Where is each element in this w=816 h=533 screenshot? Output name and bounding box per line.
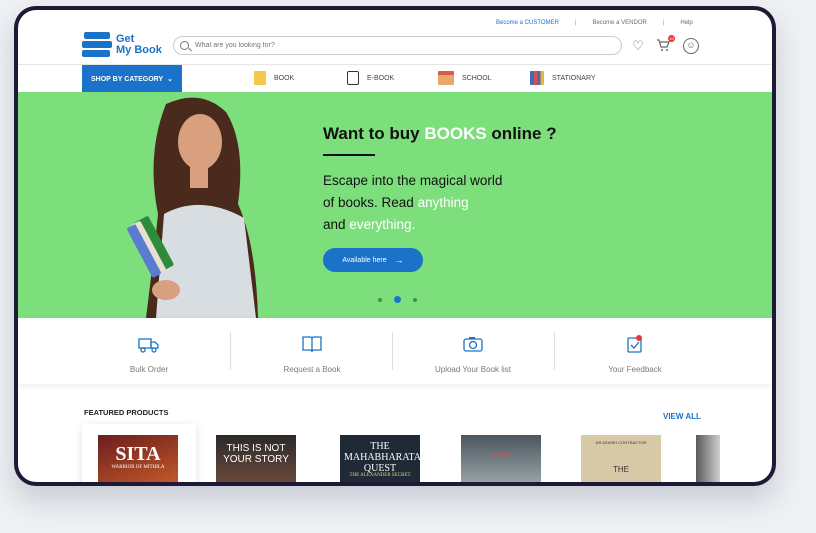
product-book-mahabharata-quest[interactable]: THE MAHABHARATA QUEST THE ALEXANDER SECR… (340, 435, 421, 482)
shop-by-category-button[interactable]: SHOP BY CATEGORY ⌄ (82, 65, 182, 93)
carousel-dot[interactable] (378, 297, 382, 302)
service-label: Request a Book (283, 365, 341, 374)
feedback-check-icon (627, 335, 642, 353)
link-separator: | (662, 20, 665, 26)
delivery-truck-icon (138, 338, 159, 353)
browser-screen: Get My Book Become a CUSTOMER | Become a… (18, 10, 772, 482)
product-book-this-is-not-your-story[interactable]: THIS IS NOT YOUR STORY (216, 435, 296, 482)
search-bar[interactable] (173, 36, 622, 55)
product-book-partial[interactable] (696, 435, 720, 482)
service-bulk-order[interactable]: Bulk Order (68, 318, 230, 384)
product-book-sita[interactable]: SITA WARRIOR OF MITHILA (98, 435, 178, 482)
nav-item-ebook[interactable]: E-BOOK (347, 71, 394, 85)
hero-banner: Want to buy BOOKS online ? Escape into t… (18, 92, 772, 318)
nav-item-book[interactable]: BOOK (254, 71, 294, 85)
service-upload-book-list[interactable]: Upload Your Book list (392, 318, 554, 384)
user-account-icon[interactable]: ☺ (683, 38, 699, 54)
carousel-dot-active[interactable] (394, 296, 401, 303)
nav-item-label: STATIONARY (552, 74, 596, 82)
book-icon (254, 71, 266, 85)
service-your-feedback[interactable]: Your Feedback (554, 318, 716, 384)
cart-icon[interactable]: 10 (655, 35, 675, 54)
cart-badge: 10 (668, 35, 675, 42)
link-separator: | (574, 20, 577, 26)
service-label: Your Feedback (608, 365, 662, 374)
camera-icon (463, 337, 483, 352)
hero-subtitle: Escape into the magical world of books. … (323, 173, 503, 232)
become-customer-link[interactable]: Become a CUSTOMER (496, 20, 559, 26)
book-title: THE MAHABHARATA QUEST (344, 441, 421, 474)
book-title: THE (613, 465, 629, 474)
search-icon (180, 41, 189, 50)
book-title: THIS IS NOT YOUR STORY (223, 443, 289, 465)
stationary-books-icon (530, 71, 544, 85)
carousel-dot[interactable] (413, 297, 417, 302)
become-vendor-link[interactable]: Become a VENDOR (592, 20, 646, 26)
search-input[interactable] (195, 42, 595, 49)
books-logo-icon (82, 32, 112, 58)
service-label: Upload Your Book list (434, 365, 512, 374)
nav-item-label: BOOK (274, 74, 295, 82)
service-label: Bulk Order (129, 365, 169, 374)
tablet-icon (347, 71, 359, 85)
view-all-link[interactable]: VIEW ALL (663, 412, 701, 421)
book-subtitle: THE ALEXANDER SECRET (349, 473, 411, 478)
product-book-i-am[interactable]: I AM (461, 435, 541, 482)
hero-title: Want to buy BOOKS online ? (323, 124, 557, 143)
available-here-label: Available here (342, 256, 387, 264)
top-links: Become a CUSTOMER | Become a VENDOR | He… (496, 20, 693, 26)
service-request-book[interactable]: Request a Book (231, 318, 393, 384)
hero-divider (323, 154, 375, 156)
product-book-the[interactable]: DR ASHISH CONTRACTOR THE (581, 435, 661, 482)
nav-item-label: SCHOOL (462, 74, 492, 82)
nav-item-label: E-BOOK (367, 74, 395, 82)
logo-text: Get My Book (116, 33, 162, 56)
services-strip: Bulk Order Request a Book Upload Your Bo… (18, 318, 772, 384)
school-building-icon (438, 71, 454, 85)
book-title: I AM (492, 451, 509, 460)
woman-holding-books-image (127, 97, 258, 318)
featured-products-title: FEATURED PRODUCTS (84, 408, 169, 417)
category-nav: SHOP BY CATEGORY ⌄ BOOK E-BOOK SCHOOL ST… (18, 64, 772, 93)
open-book-icon (302, 336, 322, 353)
logo[interactable]: Get My Book (82, 32, 162, 58)
nav-item-school[interactable]: SCHOOL (438, 71, 492, 85)
book-subtitle: DR ASHISH CONTRACTOR (595, 440, 647, 445)
nav-item-stationary[interactable]: STATIONARY (530, 71, 596, 85)
available-here-button[interactable]: Available here → (323, 248, 423, 272)
arrow-right-icon: → (394, 255, 404, 265)
shop-by-category-label: SHOP BY CATEGORY (91, 75, 164, 83)
device-frame: Get My Book Become a CUSTOMER | Become a… (14, 6, 776, 486)
help-link[interactable]: Help (680, 20, 692, 26)
book-title: SITA (115, 443, 161, 465)
chevron-down-icon: ⌄ (167, 76, 173, 83)
header: Get My Book Become a CUSTOMER | Become a… (18, 10, 772, 64)
carousel-dots (372, 296, 423, 303)
wishlist-heart-icon[interactable]: ♡ (630, 38, 646, 54)
book-subtitle: WARRIOR OF MITHILA (111, 465, 165, 470)
